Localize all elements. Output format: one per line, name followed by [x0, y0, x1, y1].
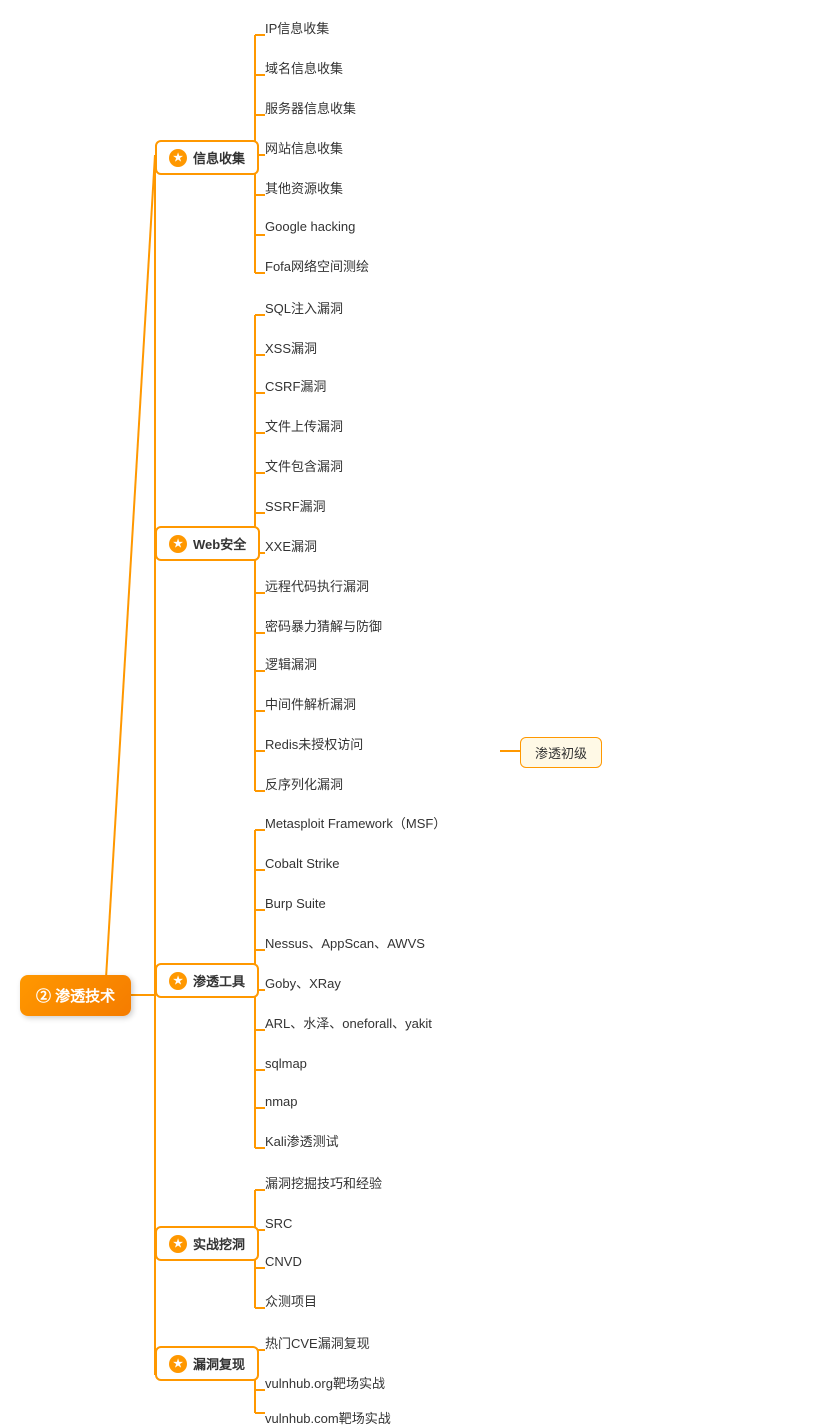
leaf-nmap: nmap	[265, 1093, 298, 1111]
category-web: ★ Web安全	[155, 526, 260, 561]
leaf-vuln-skill: 漏洞挖掘技巧和经验	[265, 1175, 382, 1193]
leaf-other-info: 其他资源收集	[265, 180, 343, 198]
mindmap-container: ② 渗透技术 渗透初级 ★ 信息收集 IP信息收集 域名信息收集 服务器信息收集…	[0, 0, 831, 1415]
leaf-goby: Goby、XRay	[265, 975, 341, 993]
leaf-nessus: Nessus、AppScan、AWVS	[265, 935, 425, 953]
star-icon-vuln: ★	[169, 1355, 187, 1373]
category-tools: ★ 渗透工具	[155, 963, 259, 998]
highlight-node: 渗透初级	[520, 737, 602, 768]
category-tools-label: 渗透工具	[193, 971, 245, 990]
leaf-file-upload: 文件上传漏洞	[265, 418, 343, 436]
root-label: ② 渗透技术	[36, 988, 115, 1005]
leaf-google-hacking: Google hacking	[265, 218, 355, 236]
leaf-sqlmap: sqlmap	[265, 1055, 307, 1073]
star-icon: ★	[169, 149, 187, 167]
leaf-arl: ARL、水泽、oneforall、yakit	[265, 1015, 432, 1033]
category-practice: ★ 实战挖洞	[155, 1226, 259, 1261]
leaf-burp: Burp Suite	[265, 895, 326, 913]
category-info: ★ 信息收集	[155, 140, 259, 175]
leaf-domain-info: 域名信息收集	[265, 60, 343, 78]
star-icon-web: ★	[169, 535, 187, 553]
leaf-msf: Metasploit Framework（MSF）	[265, 815, 446, 833]
highlight-label: 渗透初级	[535, 746, 587, 761]
star-icon-practice: ★	[169, 1235, 187, 1253]
leaf-redis: Redis未授权访问	[265, 736, 363, 754]
leaf-middleware: 中间件解析漏洞	[265, 696, 356, 714]
category-web-label: Web安全	[193, 534, 246, 553]
leaf-ip-info: IP信息收集	[265, 20, 329, 38]
category-vuln: ★ 漏洞复现	[155, 1346, 259, 1381]
category-vuln-label: 漏洞复现	[193, 1354, 245, 1373]
category-practice-label: 实战挖洞	[193, 1234, 245, 1253]
leaf-vulnhub-org: vulnhub.org靶场实战	[265, 1375, 385, 1393]
leaf-ssrf: SSRF漏洞	[265, 498, 326, 516]
leaf-src: SRC	[265, 1215, 292, 1233]
leaf-fofa: Fofa网络空间测绘	[265, 258, 369, 276]
leaf-cve: 热门CVE漏洞复现	[265, 1335, 370, 1353]
leaf-sql: SQL注入漏洞	[265, 300, 343, 318]
leaf-web-info: 网站信息收集	[265, 140, 343, 158]
leaf-kali: Kali渗透测试	[265, 1133, 339, 1151]
leaf-cnvd: CNVD	[265, 1253, 302, 1271]
leaf-file-include: 文件包含漏洞	[265, 458, 343, 476]
connectors-svg	[0, 0, 831, 1415]
leaf-xxe: XXE漏洞	[265, 538, 317, 556]
root-node: ② 渗透技术	[20, 975, 131, 1016]
leaf-server-info: 服务器信息收集	[265, 100, 356, 118]
leaf-logic: 逻辑漏洞	[265, 656, 317, 674]
leaf-deserialize: 反序列化漏洞	[265, 776, 343, 794]
leaf-xss: XSS漏洞	[265, 340, 317, 358]
star-icon-tools: ★	[169, 972, 187, 990]
leaf-rce: 远程代码执行漏洞	[265, 578, 369, 596]
leaf-cs: Cobalt Strike	[265, 855, 339, 873]
category-info-label: 信息收集	[193, 148, 245, 167]
leaf-brute: 密码暴力猜解与防御	[265, 618, 382, 636]
leaf-vulnhub-com: vulnhub.com靶场实战	[265, 1410, 391, 1428]
leaf-crowd: 众测项目	[265, 1293, 317, 1311]
leaf-csrf: CSRF漏洞	[265, 378, 326, 396]
